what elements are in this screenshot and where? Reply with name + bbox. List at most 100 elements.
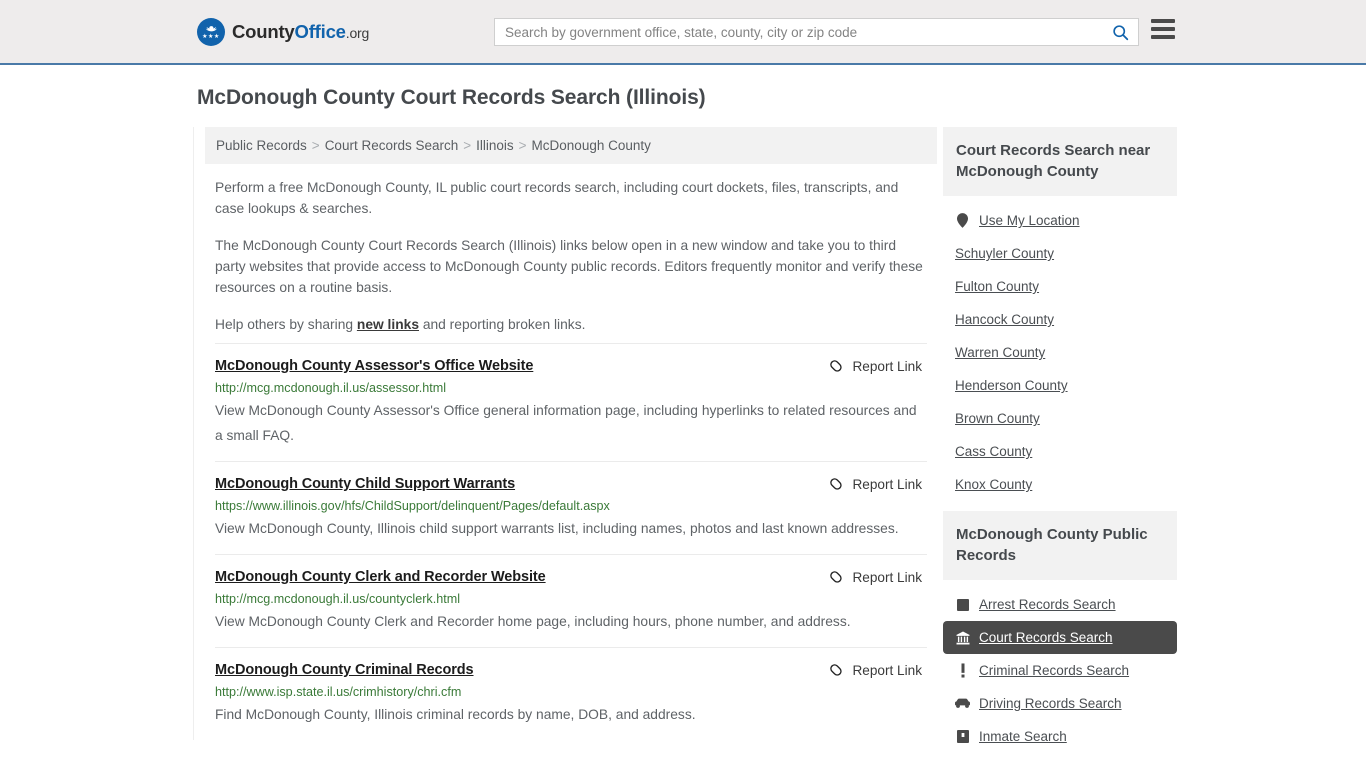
content-columns: Public Records > Court Records Search > Illi… [193, 127, 1366, 763]
sidebar-item-cass-county[interactable]: Cass County [943, 435, 1177, 468]
sidebar-item-knox-county[interactable]: Knox County [943, 468, 1177, 501]
breadcrumb: Public Records > Court Records Search > Illi… [205, 127, 937, 164]
brand-office: Office [294, 20, 346, 42]
sidebar-item-label: Fulton County [955, 279, 1040, 294]
result-header: McDonough County Clerk and Recorder Webs… [215, 569, 927, 585]
sidebar-item-label: Use My Location [979, 213, 1080, 228]
result-url[interactable]: https://www.illinois.gov/hfs/ChildSuppor… [215, 499, 927, 513]
sidebar-item-label: Court Records Search [979, 630, 1113, 645]
broken-link-icon [830, 360, 843, 372]
search-glyph [1112, 24, 1128, 40]
intro-paragraph-2: The McDonough County Court Records Searc… [215, 238, 923, 295]
jail-glyph [956, 730, 969, 743]
car-glyph [955, 698, 970, 708]
nearby-panel-heading: Court Records Search near McDonough Coun… [943, 127, 1177, 196]
jail-icon [955, 729, 970, 744]
eagle-shield-logo-icon: ★★★ [197, 17, 225, 46]
breadcrumb-item-public-records[interactable]: Public Records [216, 138, 307, 153]
sidebar-item-henderson-county[interactable]: Henderson County [943, 369, 1177, 402]
sidebar: Court Records Search near McDonough Coun… [943, 127, 1177, 763]
breadcrumb-item-illinois[interactable]: Illinois [476, 138, 514, 153]
hamburger-bar-1 [1151, 19, 1175, 23]
result-item: McDonough County Child Support Warrants … [215, 461, 927, 554]
result-description: View McDonough County, Illinois child su… [215, 521, 899, 536]
sidebar-item-use-my-location[interactable]: Use My Location [943, 204, 1177, 237]
breadcrumb-separator: > [311, 138, 320, 153]
report-link-label: Report Link [852, 359, 922, 374]
sidebar-item-label: Arrest Records Search [979, 597, 1116, 612]
result-item: McDonough County Criminal Records Report… [215, 647, 927, 740]
result-url[interactable]: http://mcg.mcdonough.il.us/assessor.html [215, 381, 927, 395]
sidebar-item-label: Hancock County [955, 312, 1055, 327]
sidebar-item-label: Brown County [955, 411, 1040, 426]
eagle-glyph [205, 25, 217, 31]
broken-link-icon [830, 478, 843, 490]
courthouse-glyph [956, 631, 969, 644]
page-title: McDonough County Court Records Search (I… [197, 86, 706, 109]
sidebar-item-inmate-search[interactable]: Inmate Search [943, 720, 1177, 753]
report-link-button[interactable]: Report Link [829, 570, 927, 585]
sidebar-item-warren-county[interactable]: Warren County [943, 336, 1177, 369]
hamburger-bar-2 [1151, 27, 1175, 31]
search-input[interactable] [495, 19, 1102, 45]
intro-paragraph-1: Perform a free McDonough County, IL publ… [215, 180, 899, 216]
result-description: View McDonough County Assessor's Office … [215, 403, 917, 443]
report-link-label: Report Link [852, 477, 922, 492]
main-content: Public Records > Court Records Search > Illi… [193, 127, 937, 740]
report-link-button[interactable]: Report Link [829, 663, 927, 678]
sidebar-item-arrest-records-search[interactable]: Arrest Records Search [943, 588, 1177, 621]
brand-org: .org [345, 24, 370, 41]
new-links-link[interactable]: new links [357, 317, 419, 332]
sidebar-item-court-records-search[interactable]: Court Records Search [943, 621, 1177, 654]
sidebar-item-label: Cass County [955, 444, 1033, 459]
nearby-panel: Court Records Search near McDonough Coun… [943, 127, 1177, 501]
page-body: McDonough County Court Records Search (I… [0, 65, 1366, 763]
result-description: View McDonough County Clerk and Recorder… [215, 614, 851, 629]
search-bar[interactable] [494, 18, 1139, 46]
sidebar-item-label: Schuyler County [955, 246, 1055, 261]
result-title-link[interactable]: McDonough County Child Support Warrants [215, 476, 515, 492]
exclamation-icon [955, 663, 970, 678]
sidebar-item-brown-county[interactable]: Brown County [943, 402, 1177, 435]
sidebar-item-label: Henderson County [955, 378, 1068, 393]
report-link-label: Report Link [852, 663, 922, 678]
result-item: McDonough County Assessor's Office Websi… [215, 343, 927, 461]
result-url[interactable]: http://mcg.mcdonough.il.us/countyclerk.h… [215, 592, 927, 606]
sidebar-item-label: Knox County [955, 477, 1033, 492]
breadcrumb-item-court-records-search[interactable]: Court Records Search [325, 138, 459, 153]
car-icon [955, 696, 970, 711]
breadcrumb-separator: > [463, 138, 472, 153]
hamburger-menu-icon[interactable] [1151, 19, 1175, 39]
sidebar-item-hancock-county[interactable]: Hancock County [943, 303, 1177, 336]
brand-county: County [232, 20, 295, 42]
sidebar-item-criminal-records-search[interactable]: Criminal Records Search [943, 654, 1177, 687]
site-header: ★★★ CountyOffice.org [0, 0, 1366, 65]
brand-wordmark: CountyOffice.org [232, 21, 369, 43]
public-records-panel: McDonough County Public Records Arrest R… [943, 511, 1177, 753]
result-title-link[interactable]: McDonough County Criminal Records [215, 662, 474, 678]
courthouse-icon [955, 630, 970, 645]
intro-p3-before: Help others by sharing [215, 317, 357, 332]
sidebar-item-label: Criminal Records Search [979, 663, 1130, 678]
logo-stars: ★★★ [202, 33, 220, 40]
breadcrumb-item-mcdonough-county: McDonough County [531, 138, 651, 153]
result-title-link[interactable]: McDonough County Assessor's Office Websi… [215, 358, 533, 374]
sidebar-item-driving-records-search[interactable]: Driving Records Search [943, 687, 1177, 720]
sidebar-item-schuyler-county[interactable]: Schuyler County [943, 237, 1177, 270]
report-link-button[interactable]: Report Link [829, 477, 927, 492]
sidebar-item-label: Warren County [955, 345, 1046, 360]
result-title-link[interactable]: McDonough County Clerk and Recorder Webs… [215, 569, 546, 585]
public-records-panel-heading: McDonough County Public Records [943, 511, 1177, 580]
search-icon[interactable] [1102, 19, 1138, 45]
fingerprint-icon [955, 597, 970, 612]
map-pin-icon [955, 213, 970, 228]
report-link-button[interactable]: Report Link [829, 359, 927, 374]
site-logo-link[interactable]: ★★★ CountyOffice.org [197, 17, 369, 46]
report-link-label: Report Link [852, 570, 922, 585]
intro-p3-after: and reporting broken links. [419, 317, 586, 332]
result-header: McDonough County Assessor's Office Websi… [215, 358, 927, 374]
breadcrumb-separator: > [518, 138, 527, 153]
result-url[interactable]: http://www.isp.state.il.us/crimhistory/c… [215, 685, 927, 699]
sidebar-item-fulton-county[interactable]: Fulton County [943, 270, 1177, 303]
broken-link-icon [830, 571, 843, 583]
